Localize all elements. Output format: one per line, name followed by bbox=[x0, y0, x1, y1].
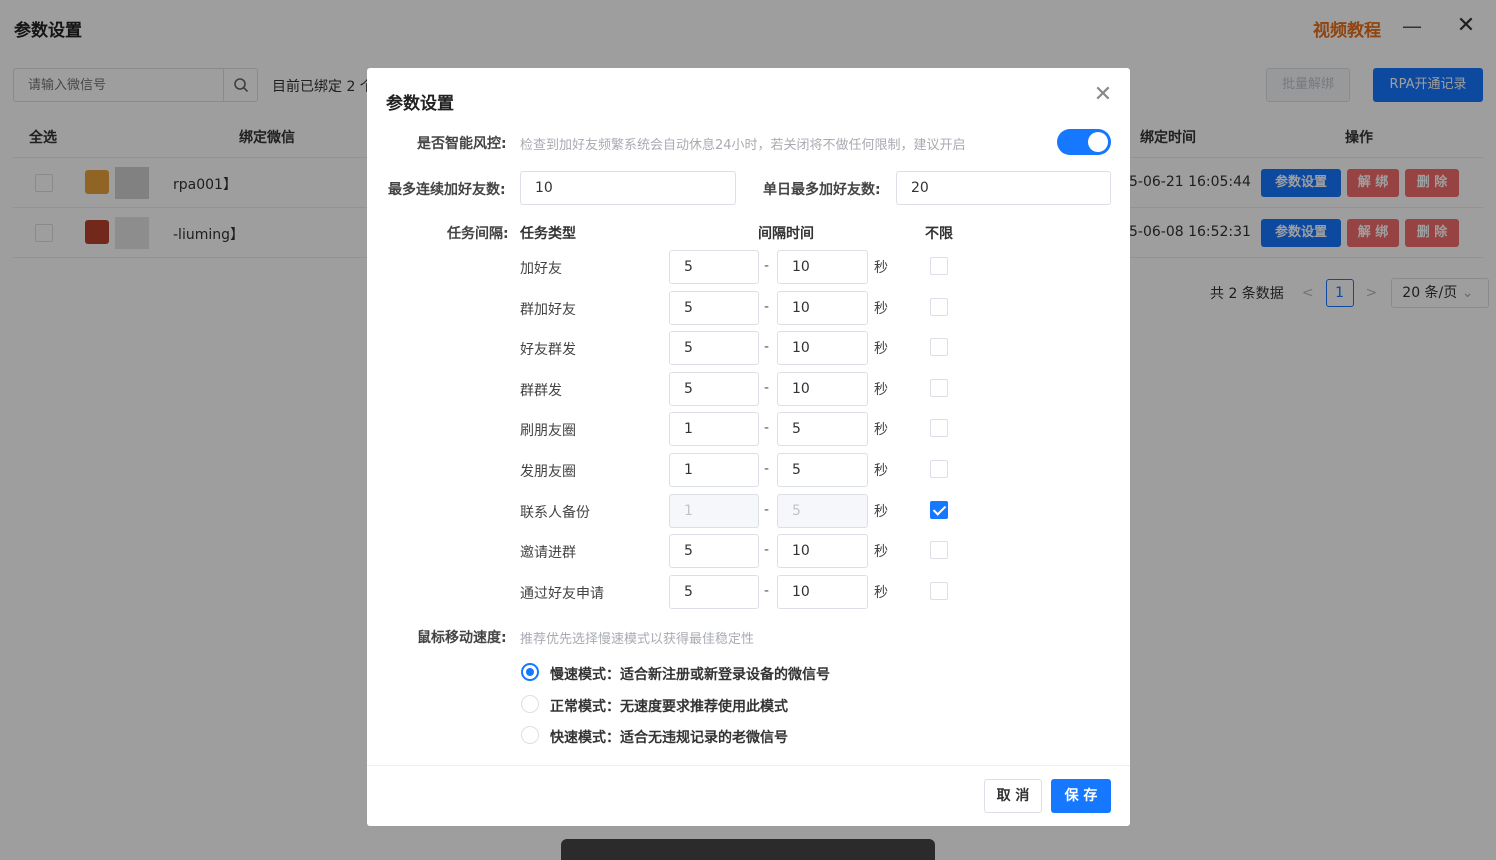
range-separator: - bbox=[764, 258, 770, 274]
interval-max-input[interactable]: 10 bbox=[777, 291, 868, 325]
task-name: 好友群发 bbox=[520, 342, 576, 358]
dialog-title: 参数设置 bbox=[386, 94, 454, 114]
interval-max-input[interactable]: 10 bbox=[777, 331, 868, 365]
interval-max-input[interactable]: 5 bbox=[777, 494, 868, 528]
task-type-column-header: 任务类型 bbox=[520, 226, 576, 242]
max-consecutive-input[interactable]: 10 bbox=[520, 171, 736, 205]
interval-max-input[interactable]: 10 bbox=[777, 372, 868, 406]
unlimited-checkbox[interactable] bbox=[930, 379, 948, 397]
dialog-close-icon[interactable]: ✕ bbox=[1090, 82, 1116, 108]
risk-control-label: 是否智能风控: bbox=[417, 136, 507, 152]
seconds-unit: 秒 bbox=[874, 382, 888, 398]
interval-max-input[interactable]: 10 bbox=[777, 575, 868, 609]
daily-max-input[interactable]: 20 bbox=[896, 171, 1111, 205]
unlimited-checkbox[interactable] bbox=[930, 460, 948, 478]
risk-control-hint: 检查到加好友频繁系统会自动休息24小时，若关闭将不做任何限制，建议开启 bbox=[520, 138, 966, 153]
range-separator: - bbox=[764, 583, 770, 599]
switch-knob bbox=[1088, 132, 1108, 152]
interval-max-input[interactable]: 10 bbox=[777, 250, 868, 284]
task-name: 加好友 bbox=[520, 261, 562, 277]
interval-max-input[interactable]: 5 bbox=[777, 412, 868, 446]
image-viewer-toolbar bbox=[561, 839, 935, 860]
seconds-unit: 秒 bbox=[874, 422, 888, 438]
speed-radio[interactable] bbox=[521, 726, 539, 744]
save-button[interactable]: 保 存 bbox=[1051, 779, 1111, 813]
seconds-unit: 秒 bbox=[874, 504, 888, 520]
task-name: 联系人备份 bbox=[520, 505, 590, 521]
unlimited-checkbox[interactable] bbox=[930, 257, 948, 275]
seconds-unit: 秒 bbox=[874, 260, 888, 276]
unlimited-checkbox[interactable] bbox=[930, 501, 948, 519]
seconds-unit: 秒 bbox=[874, 463, 888, 479]
interval-min-input[interactable]: 5 bbox=[669, 372, 759, 406]
range-separator: - bbox=[764, 339, 770, 355]
interval-min-input[interactable]: 5 bbox=[669, 291, 759, 325]
interval-min-input[interactable]: 5 bbox=[669, 575, 759, 609]
range-separator: - bbox=[764, 380, 770, 396]
interval-min-input[interactable]: 1 bbox=[669, 412, 759, 446]
unlimited-checkbox[interactable] bbox=[930, 419, 948, 437]
daily-max-label: 单日最多加好友数: bbox=[763, 182, 881, 198]
seconds-unit: 秒 bbox=[874, 585, 888, 601]
unlimited-checkbox[interactable] bbox=[930, 541, 948, 559]
max-consecutive-label: 最多连续加好友数: bbox=[388, 182, 506, 198]
task-name: 群群发 bbox=[520, 383, 562, 399]
unlimited-checkbox[interactable] bbox=[930, 338, 948, 356]
interval-min-input[interactable]: 1 bbox=[669, 494, 759, 528]
dialog-footer-divider bbox=[367, 765, 1130, 766]
speed-option-label[interactable]: 快速模式：适合无违规记录的老微信号 bbox=[550, 727, 788, 747]
unlimited-column-header: 不限 bbox=[925, 226, 953, 242]
task-name: 发朋友圈 bbox=[520, 464, 576, 480]
interval-max-input[interactable]: 10 bbox=[777, 534, 868, 568]
speed-radio[interactable] bbox=[521, 663, 539, 681]
range-separator: - bbox=[764, 542, 770, 558]
mouse-speed-hint: 推荐优先选择慢速模式以获得最佳稳定性 bbox=[520, 632, 755, 647]
seconds-unit: 秒 bbox=[874, 341, 888, 357]
speed-option-label[interactable]: 正常模式：无速度要求推荐使用此模式 bbox=[550, 696, 788, 716]
interval-min-input[interactable]: 1 bbox=[669, 453, 759, 487]
range-separator: - bbox=[764, 420, 770, 436]
task-name: 刷朋友圈 bbox=[520, 423, 576, 439]
interval-min-input[interactable]: 5 bbox=[669, 534, 759, 568]
risk-control-switch[interactable] bbox=[1057, 129, 1111, 155]
seconds-unit: 秒 bbox=[874, 301, 888, 317]
interval-column-header: 间隔时间 bbox=[758, 226, 814, 242]
speed-radio[interactable] bbox=[521, 695, 539, 713]
range-separator: - bbox=[764, 299, 770, 315]
range-separator: - bbox=[764, 502, 770, 518]
task-name: 邀请进群 bbox=[520, 545, 576, 561]
task-interval-label: 任务间隔: bbox=[447, 226, 509, 242]
settings-dialog: 参数设置 ✕ 是否智能风控: 检查到加好友频繁系统会自动休息24小时，若关闭将不… bbox=[367, 68, 1130, 826]
range-separator: - bbox=[764, 461, 770, 477]
task-name: 通过好友申请 bbox=[520, 586, 604, 602]
unlimited-checkbox[interactable] bbox=[930, 582, 948, 600]
task-name: 群加好友 bbox=[520, 302, 576, 318]
interval-max-input[interactable]: 5 bbox=[777, 453, 868, 487]
speed-option-label[interactable]: 慢速模式：适合新注册或新登录设备的微信号 bbox=[550, 664, 830, 684]
seconds-unit: 秒 bbox=[874, 544, 888, 560]
interval-min-input[interactable]: 5 bbox=[669, 250, 759, 284]
mouse-speed-label: 鼠标移动速度: bbox=[417, 630, 507, 646]
cancel-button[interactable]: 取 消 bbox=[984, 779, 1042, 813]
interval-min-input[interactable]: 5 bbox=[669, 331, 759, 365]
unlimited-checkbox[interactable] bbox=[930, 298, 948, 316]
